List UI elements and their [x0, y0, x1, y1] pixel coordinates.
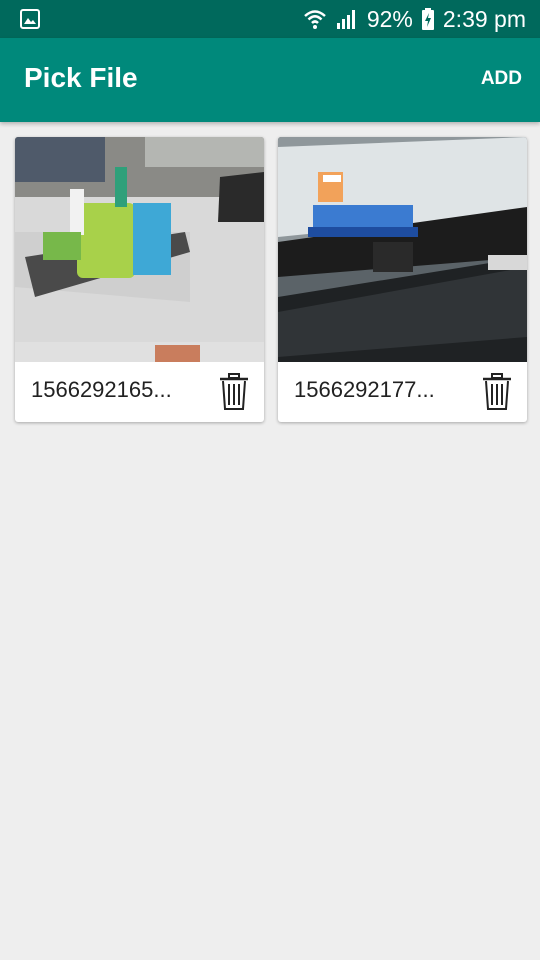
file-thumbnail[interactable] — [278, 137, 527, 362]
status-bar: 92% 2:39 pm — [0, 0, 540, 38]
trash-icon[interactable] — [218, 373, 250, 411]
signal-icon — [335, 7, 359, 31]
file-thumbnail[interactable] — [15, 137, 264, 362]
gallery-notification-icon — [20, 9, 40, 29]
file-name: 1566292165... — [31, 377, 172, 402]
clock: 2:39 pm — [442, 5, 526, 32]
app-bar: Pick File ADD — [0, 38, 540, 122]
status-indicators: 92% 2:39 pm — [303, 0, 526, 38]
wifi-icon — [303, 7, 327, 31]
file-card[interactable]: 1566292177... — [278, 137, 527, 422]
battery-charging-icon — [421, 7, 435, 31]
file-name: 1566292177... — [294, 377, 435, 402]
file-card[interactable]: 1566292165... — [15, 137, 264, 422]
page-title: Pick File — [24, 62, 138, 93]
trash-icon[interactable] — [481, 373, 513, 411]
add-button[interactable]: ADD — [481, 68, 522, 90]
battery-percent: 92% — [366, 5, 413, 32]
